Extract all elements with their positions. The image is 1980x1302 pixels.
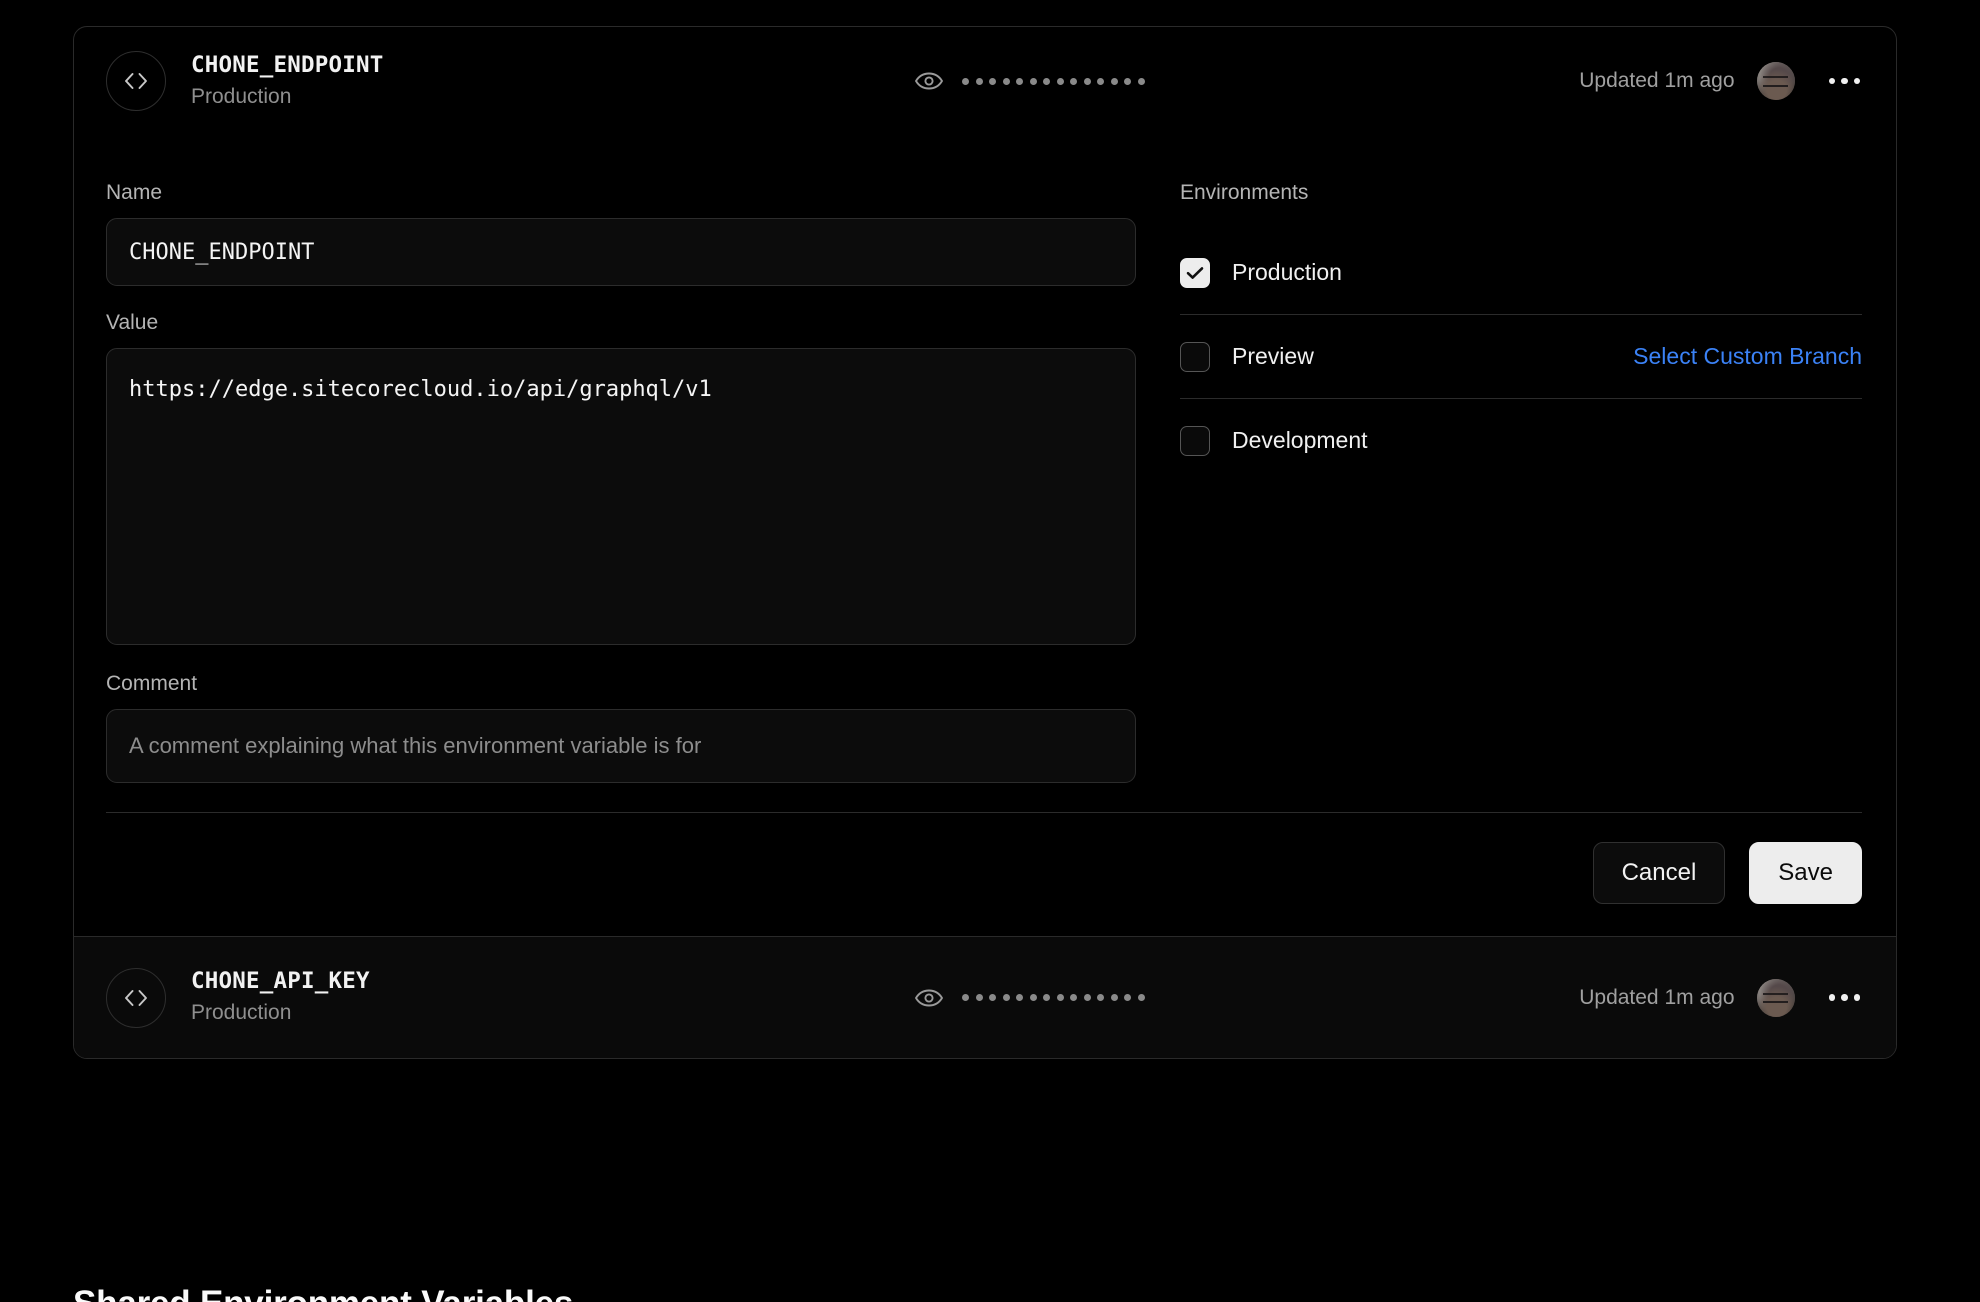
comment-label: Comment (106, 672, 198, 695)
environment-label-production: Production (1232, 259, 1342, 285)
variable-secret-preview (914, 71, 1145, 91)
environment-label-preview: Preview (1232, 343, 1314, 369)
save-button[interactable]: Save (1749, 842, 1862, 904)
updated-timestamp: Updated 1m ago (1579, 985, 1735, 1009)
environment-label-development: Development (1232, 427, 1368, 453)
variable-row-titles: CHONE_API_KEY Production (191, 967, 491, 1028)
environment-row-production[interactable]: Production (1180, 231, 1862, 315)
code-brackets-icon (106, 51, 166, 111)
updated-timestamp: Updated 1m ago (1579, 69, 1735, 92)
code-brackets-icon (106, 967, 166, 1028)
avatar (1756, 978, 1795, 1017)
avatar (1756, 62, 1795, 100)
eye-icon[interactable] (914, 988, 944, 1008)
variable-environment: Production (191, 1001, 292, 1025)
environments-list: Production Preview Select Custom Branch (1180, 231, 1862, 482)
checkbox-development[interactable] (1180, 425, 1210, 456)
shared-env-vars-heading: Shared Environment Variables (73, 1284, 573, 1302)
select-custom-branch-link[interactable]: Select Custom Branch (1633, 343, 1862, 370)
eye-icon[interactable] (914, 71, 944, 91)
environments-label: Environments (1180, 181, 1309, 204)
environment-row-development[interactable]: Development (1180, 399, 1862, 482)
variable-edit-form: Name Value Comment Environments (74, 135, 1896, 783)
name-label: Name (106, 181, 163, 204)
form-actions: Cancel Save (74, 813, 1896, 936)
ellipsis-icon[interactable] (1827, 988, 1863, 1007)
environment-row-preview[interactable]: Preview Select Custom Branch (1180, 315, 1862, 399)
cancel-button[interactable]: Cancel (1592, 842, 1726, 904)
variable-row-meta: Updated 1m ago (1579, 62, 1862, 100)
variable-environment: Production (191, 84, 292, 108)
masked-value-dots (962, 77, 1145, 85)
masked-value-dots (962, 994, 1145, 1001)
variable-name: CHONE_ENDPOINT (191, 51, 384, 78)
comment-input[interactable] (106, 709, 1136, 783)
variable-row-header-expanded[interactable]: CHONE_ENDPOINT Production Updated 1m ago (74, 27, 1896, 135)
checkbox-preview[interactable] (1180, 341, 1210, 372)
variable-row-meta: Updated 1m ago (1579, 978, 1863, 1017)
ellipsis-icon[interactable] (1827, 72, 1863, 91)
value-textarea[interactable] (106, 348, 1136, 645)
variable-row-titles: CHONE_ENDPOINT Production (191, 51, 491, 112)
variable-row-header-collapsed[interactable]: CHONE_API_KEY Production Updated 1m ago (74, 936, 1896, 1058)
variable-name: CHONE_API_KEY (191, 968, 370, 995)
name-input[interactable] (106, 218, 1136, 286)
value-label: Value (106, 311, 159, 334)
environment-variable-card: CHONE_ENDPOINT Production Updated 1m ago (73, 26, 1897, 1059)
form-left-column: Name Value Comment (106, 135, 1146, 783)
environment-variables-page: CHONE_ENDPOINT Production Updated 1m ago (0, 0, 1980, 1302)
environments-panel: Environments Production Preview Select C… (1146, 135, 1862, 783)
variable-secret-preview (914, 988, 1145, 1008)
checkbox-production[interactable] (1180, 257, 1210, 288)
